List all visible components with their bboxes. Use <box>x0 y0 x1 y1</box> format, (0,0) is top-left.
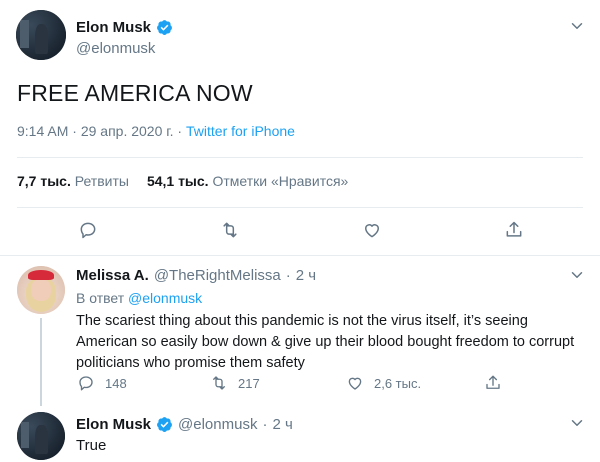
reply-age[interactable]: 2 ч <box>296 267 316 284</box>
share-icon <box>486 375 500 389</box>
retweet-icon <box>223 222 237 238</box>
retweet-icon <box>213 376 225 390</box>
like-button[interactable] <box>362 220 382 240</box>
tweet-stats: 7,7 тыс. Ретвиты 54,1 тыс. Отметки «Нрав… <box>17 173 348 189</box>
chevron-down-icon[interactable] <box>568 266 586 284</box>
reply-author-name[interactable]: Melissa A. <box>76 267 149 284</box>
in-reply-handle[interactable]: @elonmusk <box>128 290 202 306</box>
reply-author-handle[interactable]: @TheRightMelissa <box>154 267 281 284</box>
retweet-button[interactable] <box>220 220 240 240</box>
tweet-actions <box>0 220 600 244</box>
retweets-stat[interactable]: 7,7 тыс. Ретвиты <box>17 173 129 189</box>
reply-text: The scariest thing about this pandemic i… <box>76 313 575 371</box>
retweet-button[interactable]: 217 <box>210 374 260 392</box>
likes-label: Отметки «Нравится» <box>212 173 349 189</box>
share-button[interactable] <box>484 374 502 392</box>
share-icon <box>506 221 522 237</box>
tweet-date[interactable]: 29 апр. 2020 г. <box>81 123 174 139</box>
reply-header: Melissa A. @TheRightMelissa · 2 ч <box>76 267 317 284</box>
tweet-meta: 9:14 AM · 29 апр. 2020 г. · Twitter for … <box>17 123 295 139</box>
last-reply-author-handle[interactable]: @elonmusk <box>178 416 257 433</box>
tweet-text: FREE AMERICA NOW <box>17 80 253 106</box>
reply-icon <box>80 222 96 239</box>
retweet-count: 217 <box>238 375 260 391</box>
in-reply-prefix: В ответ <box>76 290 125 306</box>
retweets-label: Ретвиты <box>74 173 129 189</box>
last-reply-header: Elon Musk @elonmusk · 2 ч <box>76 416 293 433</box>
in-reply-to: В ответ @elonmusk <box>76 290 202 306</box>
meta-separator: · <box>173 123 186 139</box>
reply-count: 148 <box>105 375 127 391</box>
tweet-source[interactable]: Twitter for iPhone <box>186 123 295 139</box>
like-button[interactable]: 2,6 тыс. <box>346 374 421 392</box>
author-name-text[interactable]: Elon Musk <box>76 19 151 36</box>
last-reply-age[interactable]: 2 ч <box>272 416 292 433</box>
author-handle[interactable]: @elonmusk <box>76 40 155 57</box>
chevron-down-icon[interactable] <box>568 414 586 432</box>
divider <box>17 207 583 208</box>
likes-count: 54,1 тыс. <box>146 173 209 189</box>
verified-badge-icon <box>157 417 172 432</box>
meta-separator: · <box>68 123 81 139</box>
avatar[interactable] <box>16 10 66 60</box>
retweets-count: 7,7 тыс. <box>17 173 71 189</box>
likes-stat[interactable]: 54,1 тыс. Отметки «Нравится» <box>147 173 348 189</box>
tweet-time[interactable]: 9:14 AM <box>17 123 68 139</box>
avatar[interactable] <box>17 266 65 314</box>
verified-badge-icon <box>157 20 172 35</box>
reply-button[interactable] <box>78 220 98 240</box>
chevron-down-icon[interactable] <box>568 17 586 35</box>
like-count: 2,6 тыс. <box>374 375 422 391</box>
like-icon <box>365 224 379 238</box>
share-button[interactable] <box>504 220 524 240</box>
avatar[interactable] <box>17 412 65 460</box>
last-reply-author-name[interactable]: Elon Musk <box>76 416 151 433</box>
divider <box>17 157 583 158</box>
last-reply-text: True <box>76 437 107 454</box>
reply-icon <box>79 376 93 391</box>
like-icon <box>348 377 362 390</box>
reply-button[interactable]: 148 <box>77 374 127 392</box>
author-name[interactable]: Elon Musk <box>76 19 173 36</box>
main-tweet: Elon Musk @elonmusk FREE AMERICA NOW 9:1… <box>0 0 600 256</box>
reply-actions: 148 217 2,6 тыс. <box>0 374 600 394</box>
